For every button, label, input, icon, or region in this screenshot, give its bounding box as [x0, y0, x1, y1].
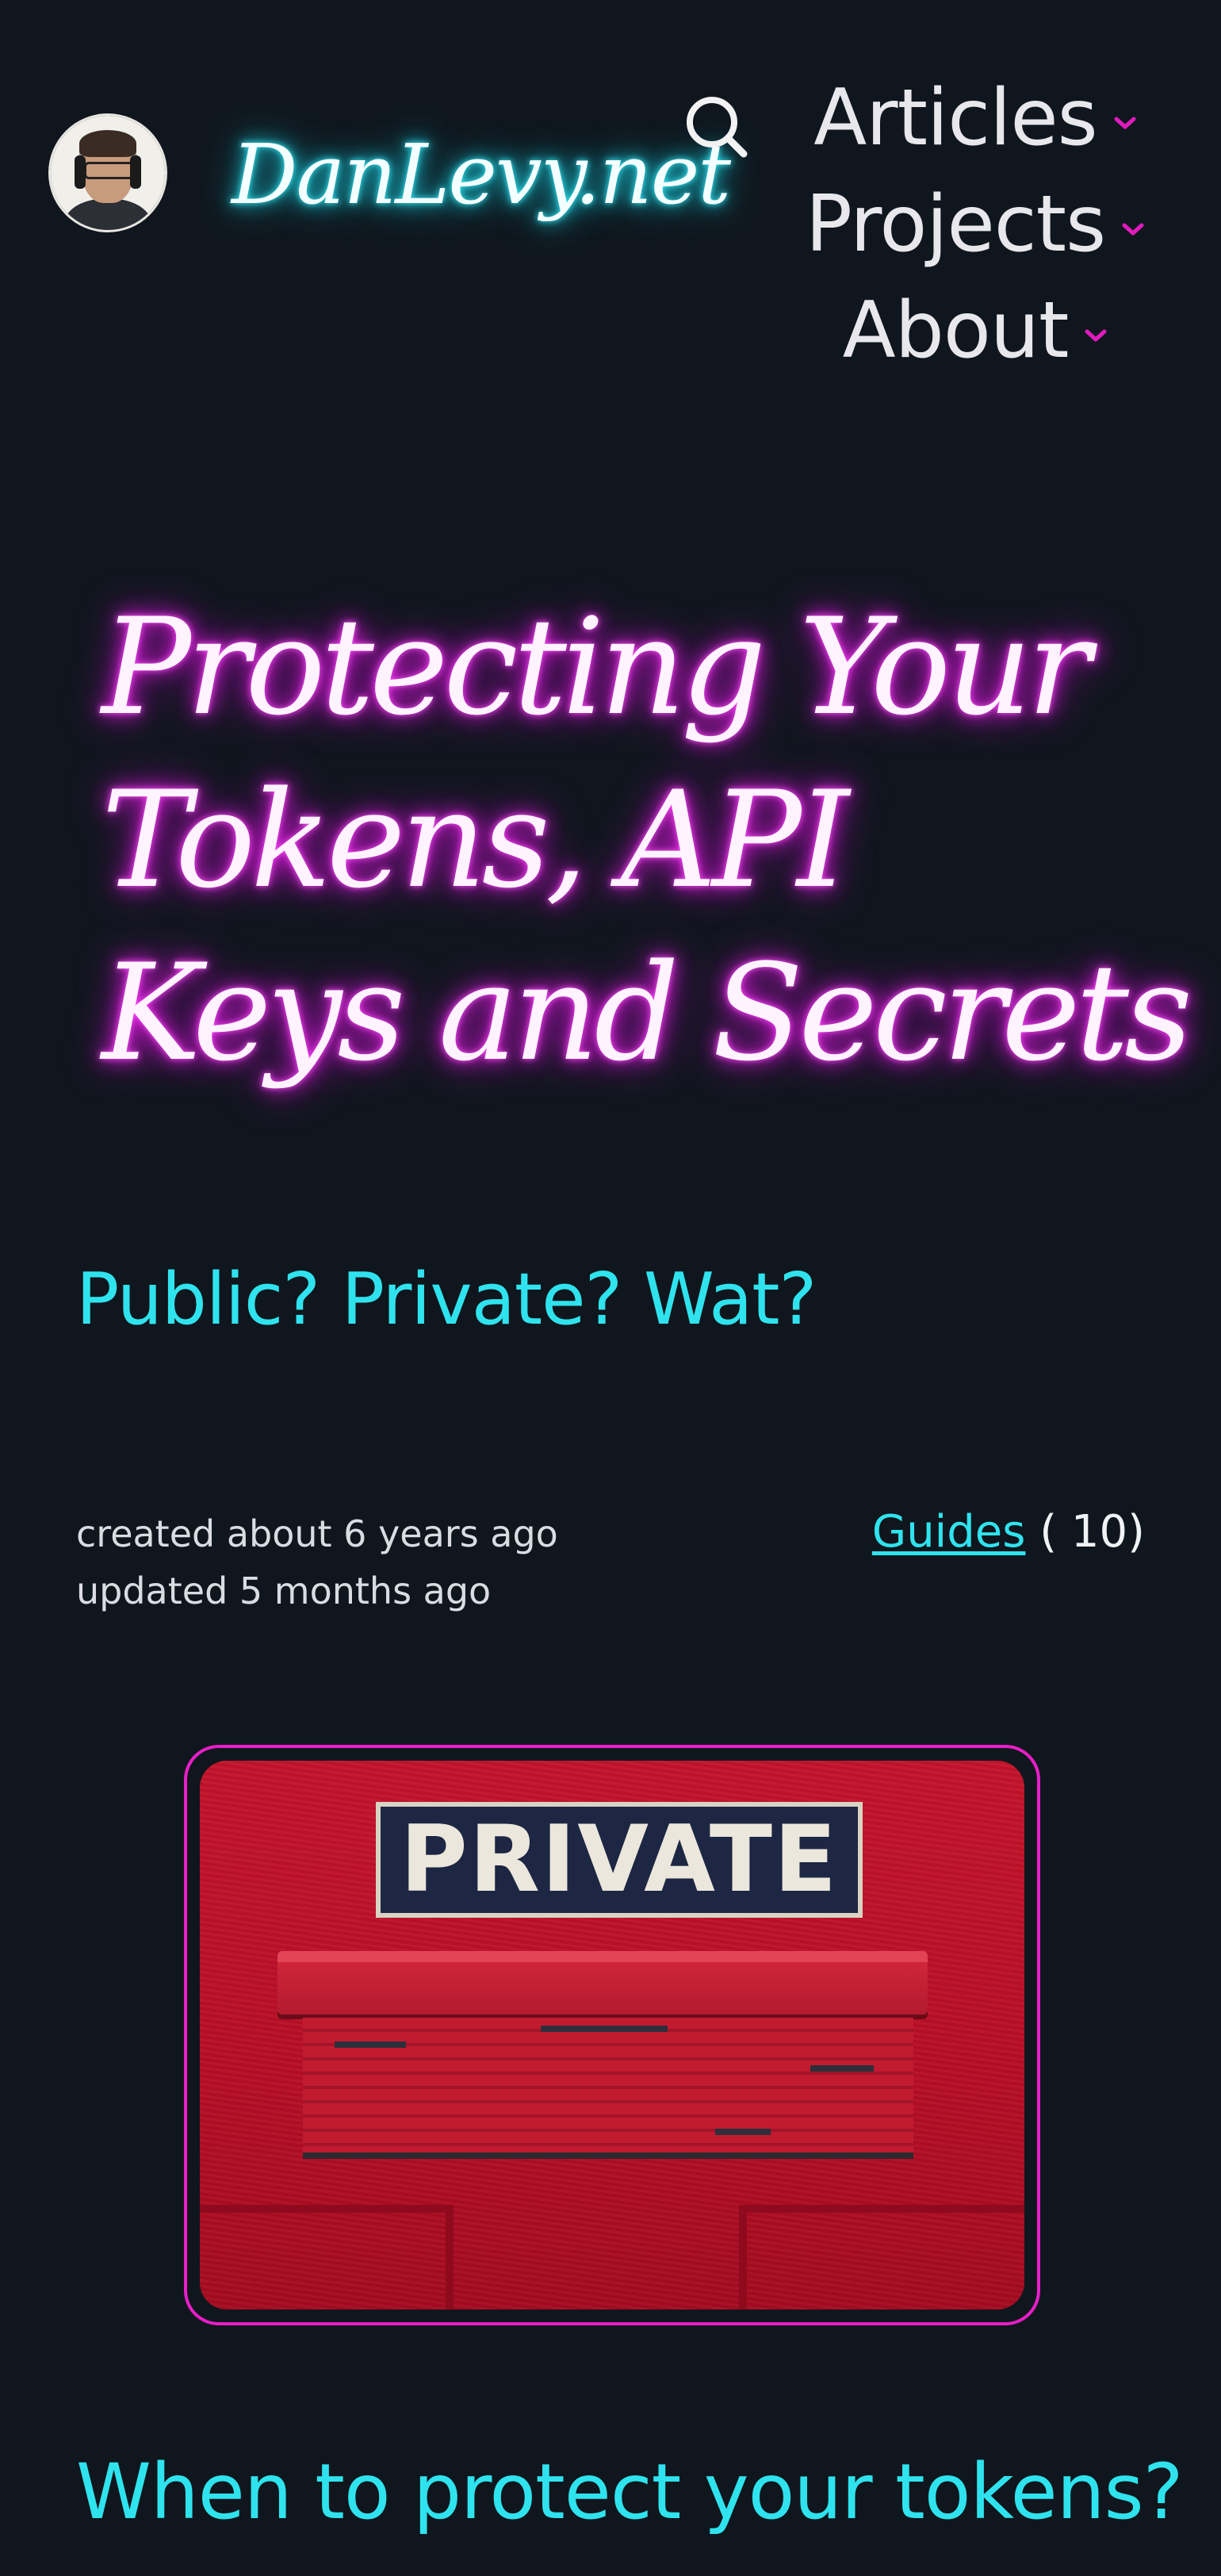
- rust-mark: [715, 2129, 771, 2135]
- site-logo-link[interactable]: DanLevy.net: [232, 127, 731, 222]
- nav-item-label: About: [842, 286, 1070, 376]
- avatar-headphone-right: [130, 155, 141, 189]
- door-panel: [200, 2205, 454, 2310]
- updated-date: updated 5 months ago: [76, 1570, 492, 1612]
- site-header: DanLevy.net Articles Projects About: [0, 0, 1221, 374]
- chevron-down-icon: [1085, 329, 1107, 342]
- rust-mark: [335, 2041, 406, 2048]
- nav-item-about[interactable]: About: [777, 278, 1173, 384]
- avatar-glasses: [84, 162, 136, 179]
- door-panel: [739, 2205, 1024, 2310]
- article-title-line: Protecting Your: [101, 589, 1091, 745]
- flap-edge: [278, 1951, 928, 1962]
- main-nav: Articles Projects About: [777, 65, 1173, 384]
- section-heading: When to protect your tokens?: [76, 2448, 1184, 2536]
- article-title: Protecting Your Tokens, API Keys and Sec…: [101, 581, 1192, 1099]
- avatar-hair: [79, 130, 136, 157]
- nav-item-label: Articles: [813, 73, 1097, 163]
- chevron-down-icon: [1122, 223, 1144, 236]
- rust-mark: [810, 2065, 874, 2072]
- rust-mark: [541, 2026, 668, 2032]
- article-hero: Protecting Your Tokens, API Keys and Sec…: [101, 581, 1192, 1099]
- category-count: ( 10): [1039, 1506, 1145, 1558]
- author-avatar[interactable]: [51, 116, 165, 230]
- category-tag: Guides ( 10): [872, 1502, 1145, 1562]
- nav-item-projects[interactable]: Projects: [777, 171, 1173, 278]
- article-subtitle: Public? Private? Wat?: [76, 1258, 817, 1341]
- article-title-line: Keys and Secrets: [101, 935, 1192, 1091]
- article-title-line: Tokens, API: [101, 762, 849, 918]
- created-date: created about 6 years ago: [76, 1512, 558, 1555]
- article-meta: created about 6 years ago updated 5 mont…: [76, 1505, 1145, 1632]
- article-dates: created about 6 years ago updated 5 mont…: [76, 1505, 558, 1620]
- chevron-down-icon: [1114, 117, 1136, 129]
- mail-slot-body: [303, 2018, 913, 2152]
- nav-item-label: Projects: [805, 179, 1106, 270]
- nav-item-articles[interactable]: Articles: [777, 65, 1173, 171]
- private-sign: PRIVATE: [376, 1802, 863, 1918]
- search-icon: [687, 97, 748, 158]
- category-link[interactable]: Guides: [872, 1506, 1026, 1558]
- sign-text: PRIVATE: [400, 1806, 839, 1913]
- avatar-shirt: [65, 198, 151, 230]
- avatar-headphone-left: [75, 155, 86, 189]
- article-hero-image: PRIVATE: [184, 1745, 1040, 2325]
- mail-slot-flap: [278, 1951, 928, 2014]
- search-button[interactable]: [680, 90, 752, 162]
- mailbox-door-photo: PRIVATE: [200, 1761, 1024, 2310]
